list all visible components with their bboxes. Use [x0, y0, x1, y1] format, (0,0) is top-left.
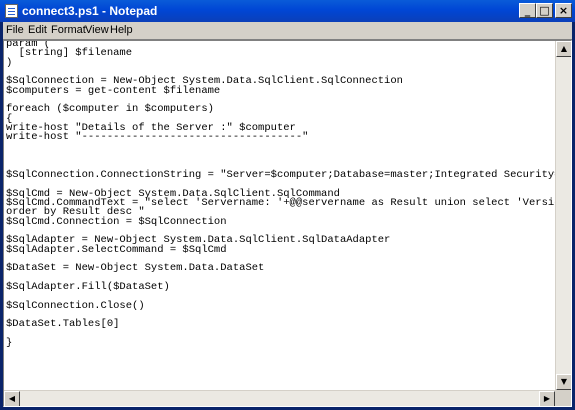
- arrow-right-icon: ▶: [543, 394, 551, 403]
- scroll-right-button[interactable]: ▶: [539, 391, 555, 406]
- editor-text[interactable]: param ( [string] $filename ) $SqlConnect…: [6, 41, 571, 348]
- horizontal-scrollbar[interactable]: ◀ ▶: [4, 390, 555, 406]
- close-icon: ×: [558, 4, 569, 17]
- window-title: connect3.ps1 - Notepad: [22, 4, 158, 18]
- vertical-scrollbar[interactable]: ▲ ▼: [555, 41, 571, 390]
- menu-edit[interactable]: Edit: [28, 24, 47, 36]
- title-bar[interactable]: connect3.ps1 - Notepad _ □ ×: [0, 0, 575, 22]
- scroll-up-button[interactable]: ▲: [556, 41, 571, 57]
- menu-help[interactable]: Help: [110, 24, 133, 36]
- minimize-button[interactable]: _: [519, 3, 536, 18]
- menu-bar: File Edit Format View Help: [3, 22, 572, 40]
- maximize-icon: □: [539, 4, 550, 17]
- notepad-icon[interactable]: [5, 4, 18, 18]
- arrow-left-icon: ◀: [8, 394, 16, 403]
- arrow-down-icon: ▼: [560, 377, 568, 386]
- menu-file[interactable]: File: [6, 24, 24, 36]
- minimize-icon: _: [524, 4, 531, 17]
- close-button[interactable]: ×: [555, 3, 572, 18]
- scroll-down-button[interactable]: ▼: [556, 374, 571, 390]
- menu-view[interactable]: View: [85, 24, 109, 36]
- scroll-left-button[interactable]: ◀: [4, 391, 20, 406]
- notepad-window: connect3.ps1 - Notepad _ □ × File Edit F…: [0, 0, 575, 410]
- menu-format[interactable]: Format: [51, 24, 86, 36]
- size-grip[interactable]: [555, 390, 571, 406]
- arrow-up-icon: ▲: [560, 44, 568, 53]
- text-editor[interactable]: param ( [string] $filename ) $SqlConnect…: [3, 40, 572, 407]
- maximize-button[interactable]: □: [536, 3, 553, 18]
